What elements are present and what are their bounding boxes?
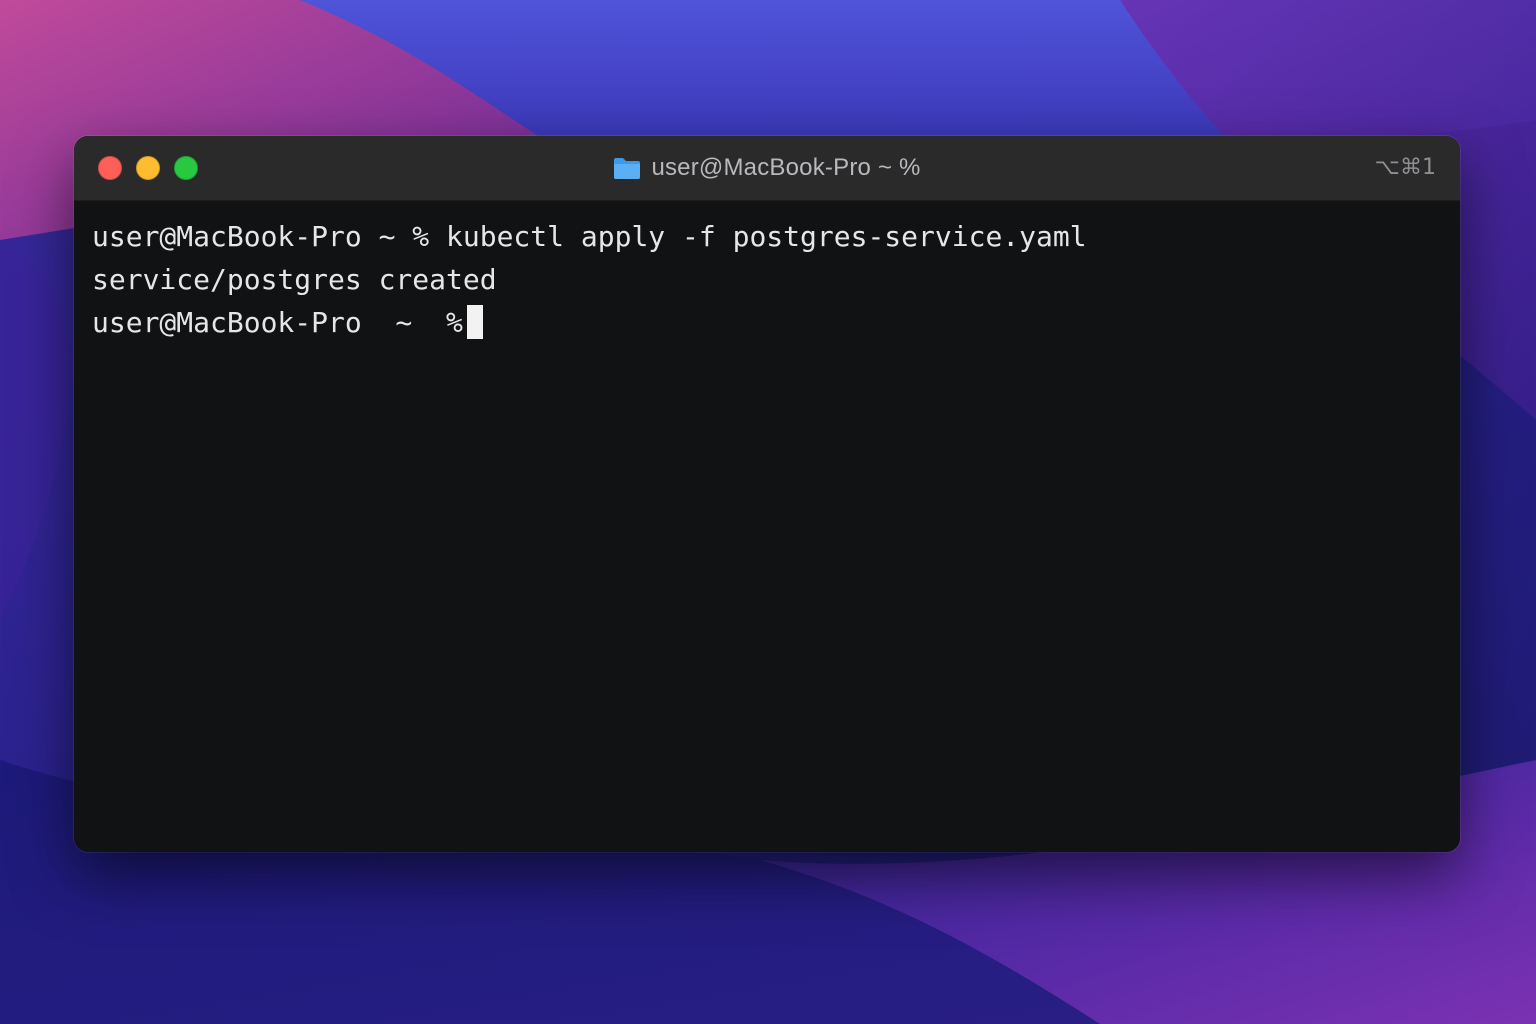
terminal-window: user@MacBook-Pro ~ % ⌥⌘1 user@MacBook-Pr…: [74, 136, 1460, 852]
minimize-button[interactable]: [136, 156, 160, 180]
terminal-line: service/postgres created: [92, 263, 497, 296]
folder-icon: [614, 158, 641, 179]
terminal-prompt: user@MacBook-Pro ~ %: [92, 306, 463, 339]
window-title: user@MacBook-Pro ~ %: [651, 154, 921, 181]
window-title-wrapper: user@MacBook-Pro ~ %: [613, 154, 920, 182]
terminal-line: user@MacBook-Pro ~ % kubectl apply -f po…: [92, 220, 1087, 253]
terminal-output[interactable]: user@MacBook-Pro ~ % kubectl apply -f po…: [74, 201, 1460, 852]
title-bar[interactable]: user@MacBook-Pro ~ % ⌥⌘1: [74, 136, 1460, 201]
text-cursor: [466, 305, 483, 339]
window-shortcut-label: ⌥⌘1: [1374, 155, 1436, 180]
zoom-button[interactable]: [174, 156, 198, 180]
window-title-group: user@MacBook-Pro ~ %: [74, 136, 1460, 200]
close-button[interactable]: [98, 156, 122, 180]
terminal-prompt-line[interactable]: user@MacBook-Pro ~ %: [92, 301, 1442, 344]
